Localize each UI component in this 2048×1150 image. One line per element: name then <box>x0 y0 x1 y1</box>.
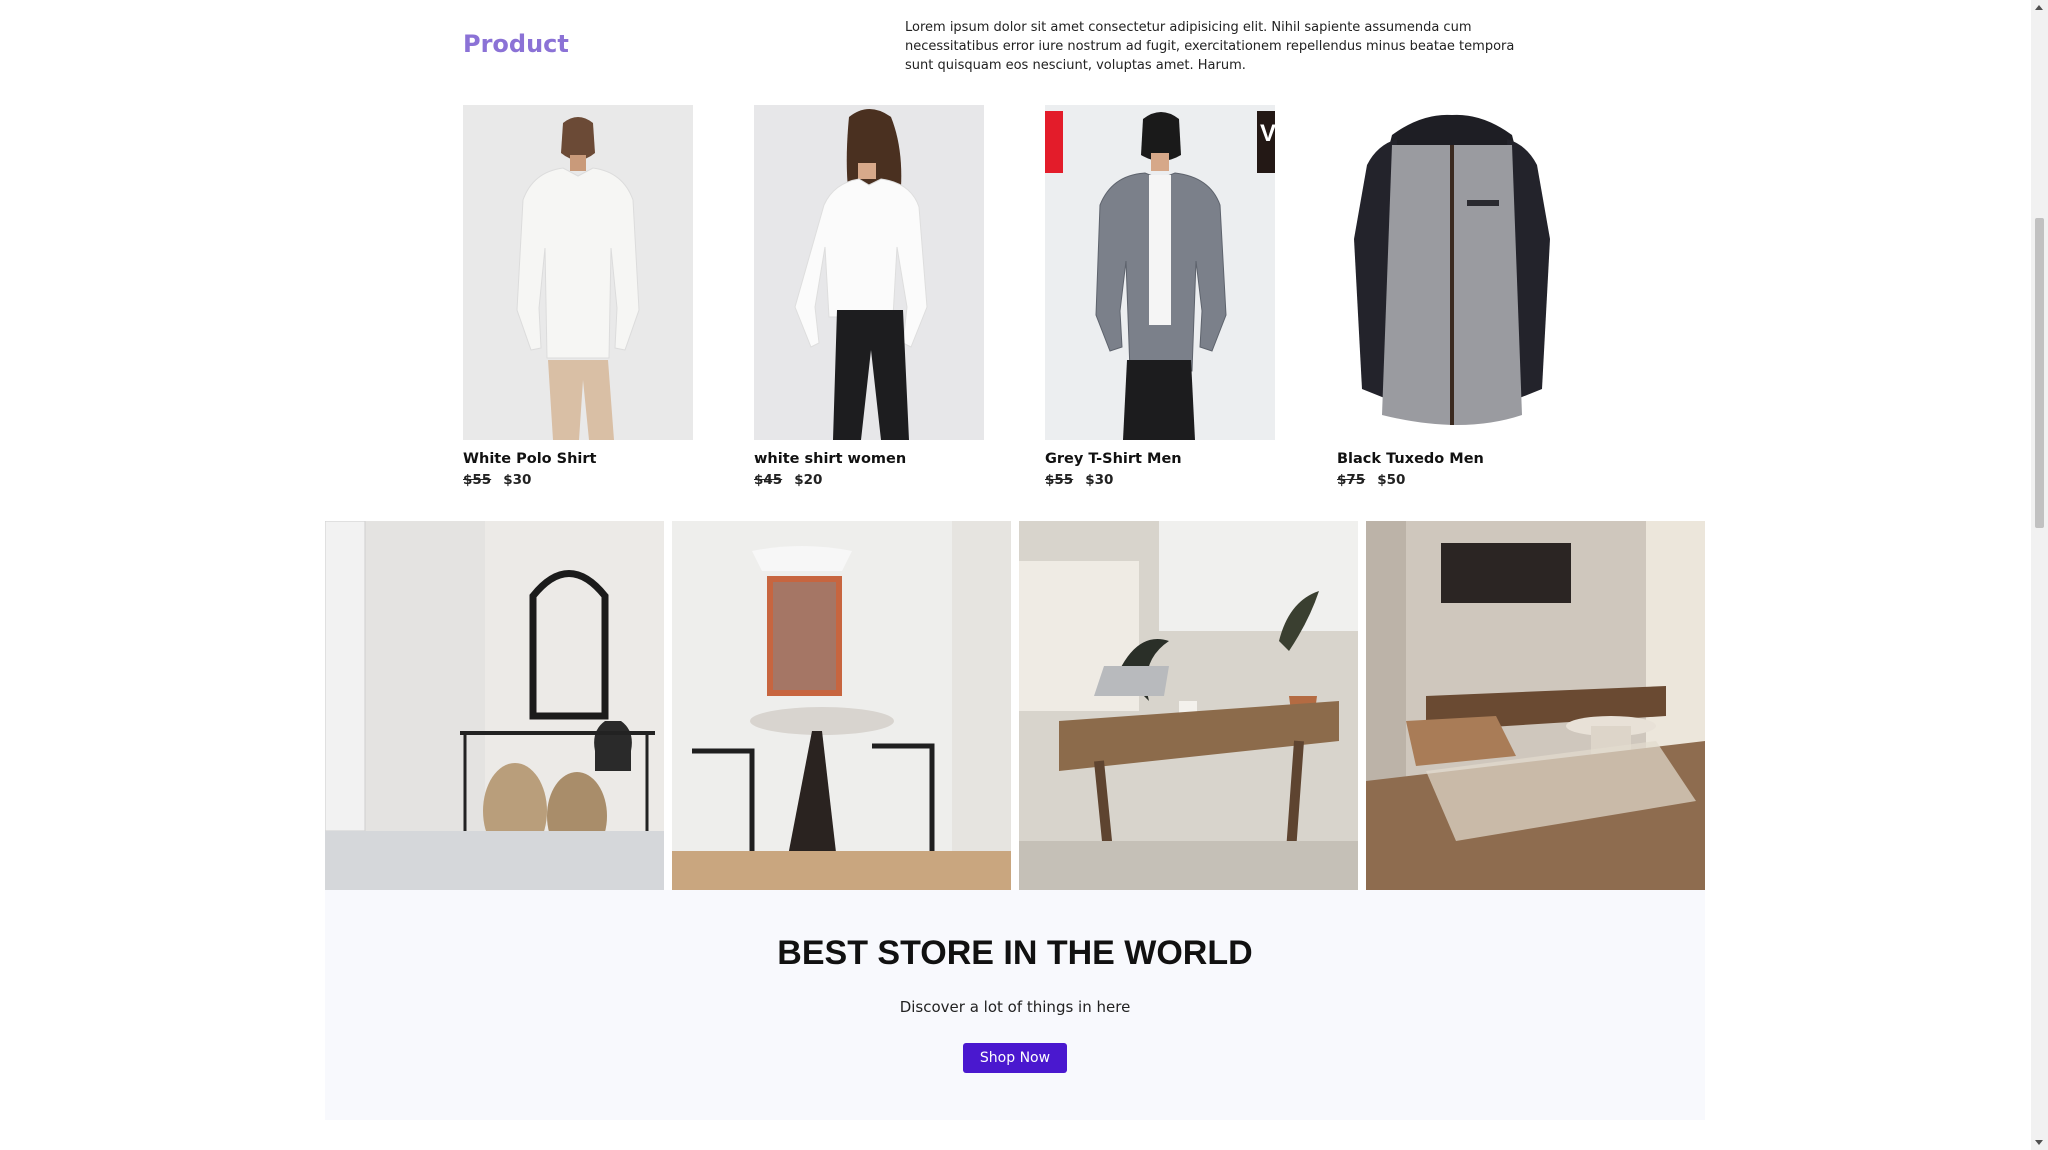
product-card[interactable]: white shirt women $45 $20 <box>754 105 984 488</box>
product-prices: $55 $30 <box>1045 472 1275 488</box>
product-image-white-polo-shirt[interactable] <box>463 105 693 440</box>
section-title: Product <box>463 30 569 58</box>
section-description: Lorem ipsum dolor sit amet consectetur a… <box>905 20 1515 73</box>
old-price: $55 <box>463 472 492 488</box>
product-image-grey-t-shirt-men[interactable]: V <box>1045 105 1275 440</box>
old-price: $75 <box>1337 472 1366 488</box>
store-heading: BEST STORE IN THE WORLD <box>777 934 1253 972</box>
product-prices: $55 $30 <box>463 472 693 488</box>
shop-now-button[interactable]: Shop Now <box>963 1043 1067 1073</box>
scrollbar-thumb[interactable] <box>2035 218 2044 528</box>
store-banner: BEST STORE IN THE WORLD Discover a lot o… <box>325 890 1705 1120</box>
product-image-black-tuxedo-men[interactable] <box>1337 105 1567 440</box>
gallery-image-tv-room[interactable] <box>1366 521 1705 890</box>
room-gallery <box>325 521 1705 890</box>
product-name[interactable]: Grey T-Shirt Men <box>1045 451 1275 467</box>
current-price: $20 <box>794 472 823 488</box>
scroll-down-arrow-icon[interactable] <box>2035 1140 2043 1145</box>
product-name[interactable]: White Polo Shirt <box>463 451 693 467</box>
product-image-white-shirt-women[interactable] <box>754 105 984 440</box>
product-card[interactable]: White Polo Shirt $55 $30 <box>463 105 693 488</box>
vertical-scrollbar[interactable] <box>2031 0 2048 1150</box>
gallery-image-living-room[interactable] <box>1019 521 1358 890</box>
store-subtext: Discover a lot of things in here <box>899 998 1131 1016</box>
product-name[interactable]: white shirt women <box>754 451 984 467</box>
product-name[interactable]: Black Tuxedo Men <box>1337 451 1567 467</box>
gallery-image-dining[interactable] <box>672 521 1011 890</box>
gallery-image-entryway[interactable] <box>325 521 664 890</box>
product-card[interactable]: Black Tuxedo Men $75 $50 <box>1337 105 1567 488</box>
product-prices: $45 $20 <box>754 472 984 488</box>
svg-text:V: V <box>1260 120 1275 147</box>
product-prices: $75 $50 <box>1337 472 1567 488</box>
current-price: $30 <box>1085 472 1114 488</box>
scroll-up-arrow-icon[interactable] <box>2035 5 2043 10</box>
old-price: $45 <box>754 472 783 488</box>
current-price: $30 <box>503 472 532 488</box>
old-price: $55 <box>1045 472 1074 488</box>
current-price: $50 <box>1377 472 1406 488</box>
product-card[interactable]: V Grey T-Shirt Men $55 $30 <box>1045 105 1275 488</box>
